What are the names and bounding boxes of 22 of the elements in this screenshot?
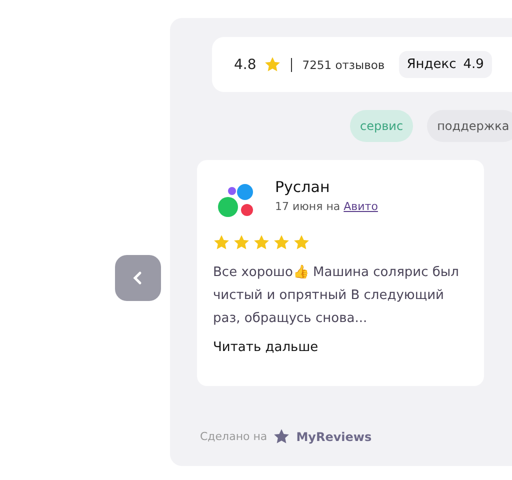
source-chip[interactable]: Яндекс 4.9 (398, 51, 492, 78)
review-date: 17 июня на Авито (275, 200, 378, 213)
star-icon (253, 234, 270, 251)
source-rating: 4.9 (463, 57, 484, 72)
review-text: Все хорошо👍 Машина солярис был чистый и опрятный В следующий раз, обращусь снова... (213, 264, 460, 328)
chevron-left-icon (132, 270, 144, 286)
reviewer-name: Руслан (275, 178, 331, 196)
average-rating: 4.8 (234, 56, 256, 72)
source-name: Яндекс (406, 57, 456, 72)
star-icon (273, 428, 290, 445)
brand-name: MyReviews (296, 430, 372, 444)
tag-chip[interactable]: поддержка (427, 110, 512, 142)
footer-label: Сделано на (200, 430, 268, 443)
star-icon (273, 234, 290, 251)
reviews-count: 7251 отзывов (302, 58, 385, 72)
star-icon (293, 234, 310, 251)
star-icon (233, 234, 250, 251)
previous-button[interactable] (115, 255, 161, 301)
star-icon (213, 234, 230, 251)
source-link[interactable]: Авито (344, 200, 378, 213)
read-more-link[interactable]: Читать дальше (213, 340, 318, 355)
star-icon (264, 56, 282, 73)
